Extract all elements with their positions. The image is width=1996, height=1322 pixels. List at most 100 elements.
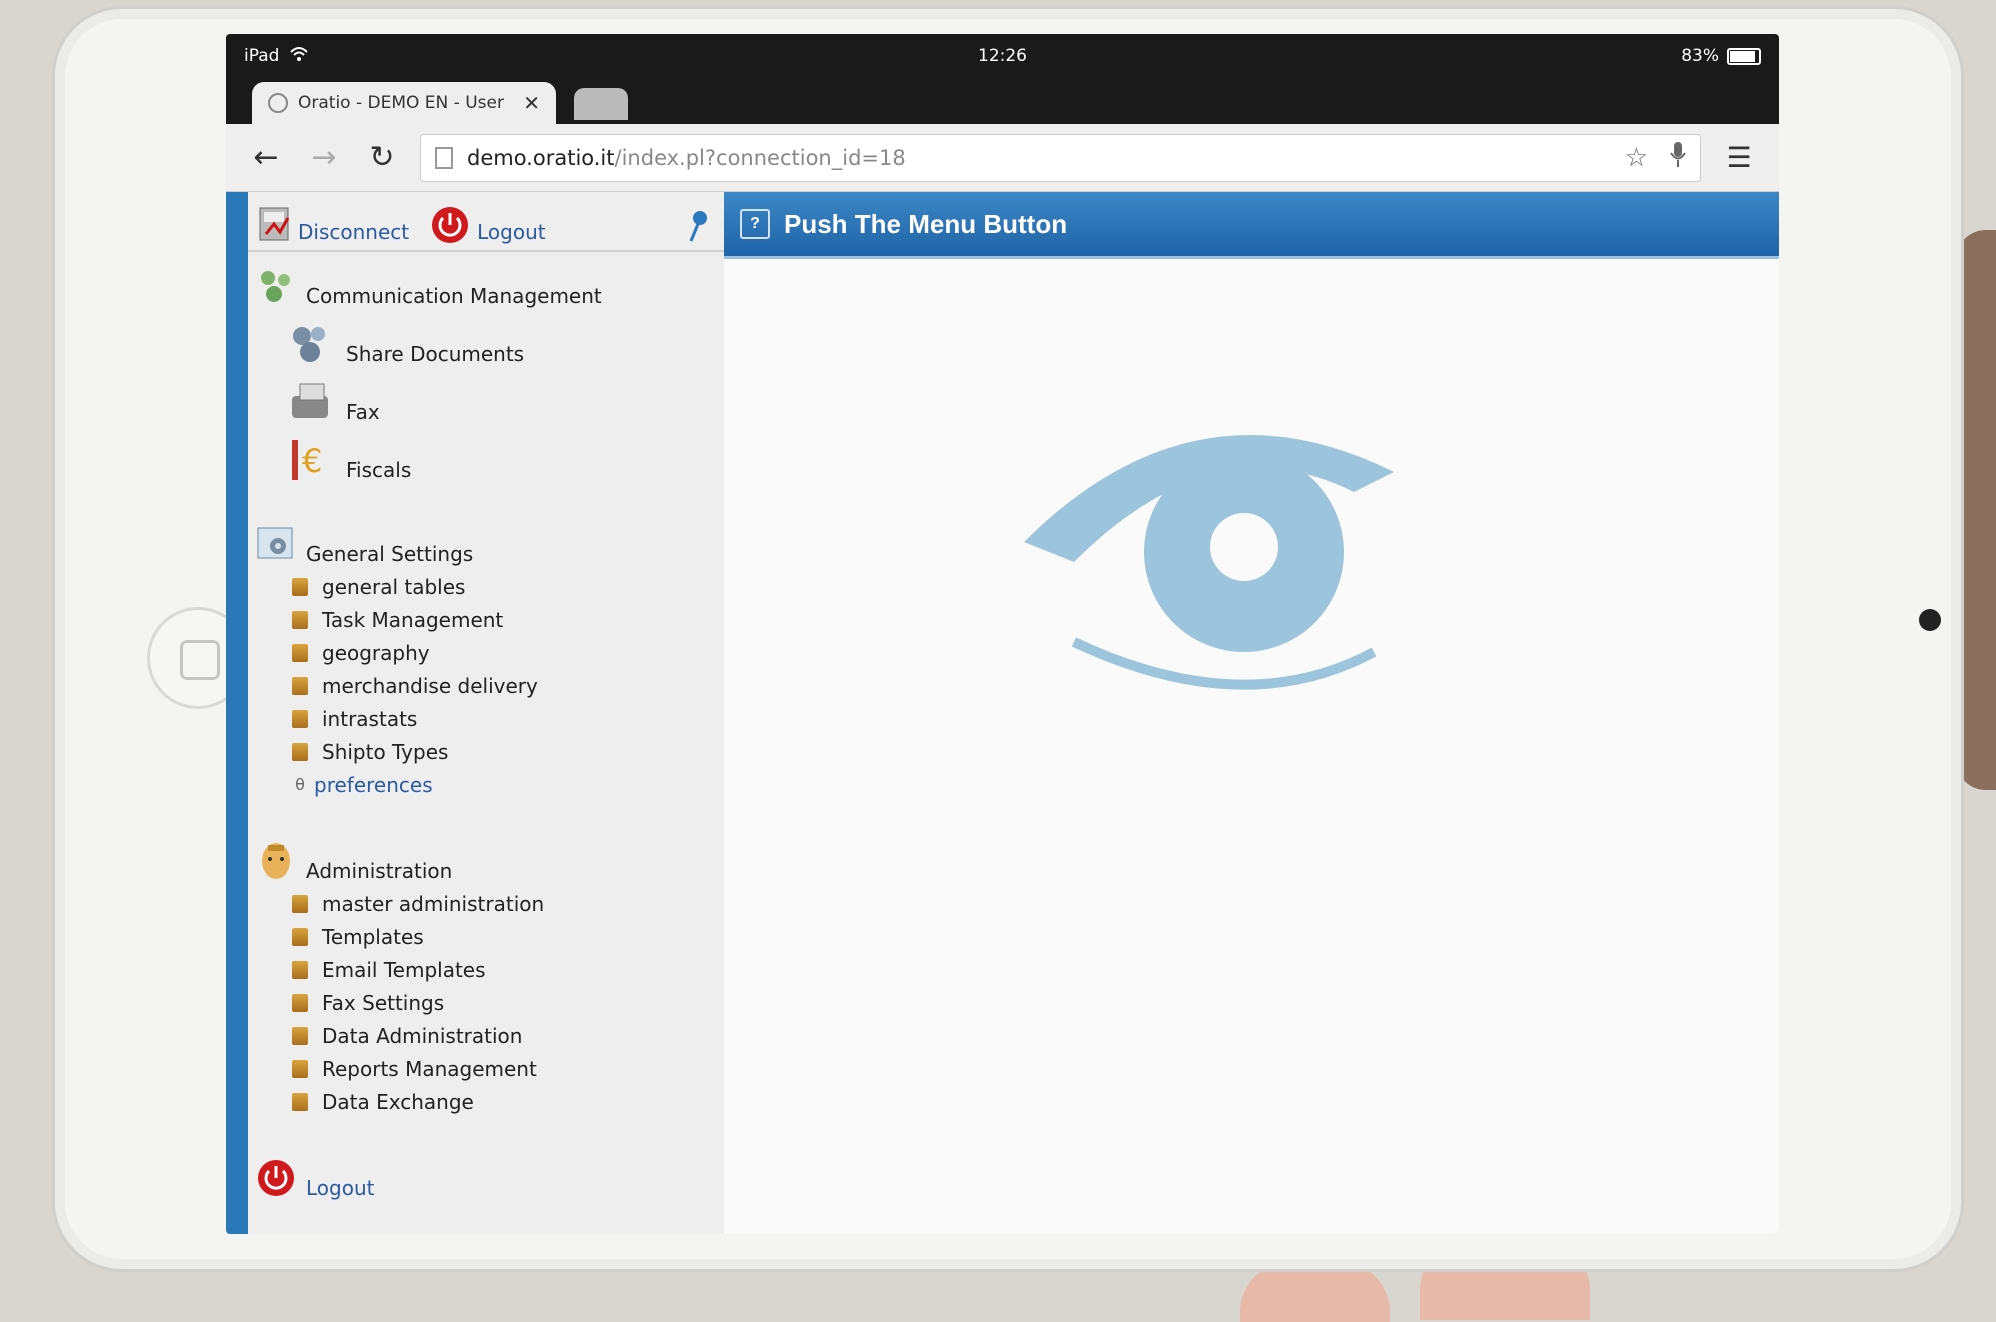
page-icon [435,146,453,169]
logout-label: Logout [477,220,546,244]
camera [1919,609,1941,631]
tab-title: Oratio - DEMO EN - User [298,93,504,113]
main-header: ? Push The Menu Button [724,192,1779,259]
address-bar[interactable]: demo.oratio.it /index.pl?connection_id=1… [420,133,1701,182]
general-settings-header[interactable]: General Settings [256,524,724,566]
communication-header[interactable]: Communication Management [256,266,724,308]
sidebar-item-label: Task Management [322,607,504,632]
section-general-settings: General Settings general tables Task Mana… [248,524,724,801]
folder-icon [292,709,308,728]
status-bar: iPad 12:26 83% [226,34,1779,78]
help-icon[interactable]: ? [740,209,770,239]
folder-icon [292,960,308,979]
sidebar-item-share-documents[interactable]: Share Documents [288,322,724,366]
sidebar-item-shipto-types[interactable]: Shipto Types [292,735,724,768]
fiscals-label: Fiscals [346,458,412,482]
sidebar-item-label: master administration [322,891,545,916]
globe-icon [268,93,288,113]
close-tab-icon[interactable]: ✕ [523,91,540,115]
url-path: /index.pl?connection_id=18 [614,145,906,170]
folder-icon [292,577,308,596]
sidebar-item-fax[interactable]: Fax [288,380,724,424]
administration-title: Administration [306,859,453,883]
sidebar-item-merchandise-delivery[interactable]: merchandise delivery [292,669,724,702]
sidebar-item-intrastats[interactable]: intrastats [292,702,724,735]
hamburger-menu-icon[interactable]: ☰ [1719,141,1759,174]
section-bottom-logout: Logout [248,1158,724,1200]
sidebar-item-label: Shipto Types [322,739,449,764]
sidebar-item-label: Templates [322,924,424,949]
administration-header[interactable]: Administration [256,841,724,883]
back-arrow-icon[interactable]: ← [246,138,286,178]
sidebar-item-task-management[interactable]: Task Management [292,603,724,636]
section-administration: Administration master administration Temp… [248,841,724,1118]
fax-label: Fax [346,400,380,424]
sidebar-item-label: intrastats [322,706,418,731]
svg-text:€: € [302,442,322,480]
sidebar-item-general-tables[interactable]: general tables [292,570,724,603]
power-icon [258,1160,294,1196]
battery-percent: 83% [1681,46,1719,66]
wifi-icon [289,46,309,67]
general-settings-title: General Settings [306,542,474,566]
microphone-icon[interactable] [1670,141,1686,174]
tab-bar: Oratio - DEMO EN - User ✕ [226,78,1779,124]
folder-icon [292,676,308,695]
sidebar-item-reports-management[interactable]: Reports Management [292,1052,724,1085]
administrator-icon [262,843,290,879]
communication-icon [261,271,290,302]
folder-icon [292,927,308,946]
bullet-icon: θ [295,775,305,794]
sidebar-item-fax-settings[interactable]: Fax Settings [292,986,724,1019]
sidebar-item-master-administration[interactable]: master administration [292,887,724,920]
folder-icon [292,1026,308,1045]
logout-button[interactable]: Logout [431,206,546,244]
communication-title: Communication Management [306,284,602,308]
disconnect-button[interactable]: Disconnect [258,204,409,244]
sidebar-item-label: Fax Settings [322,990,445,1015]
sidebar-item-label: Data Administration [322,1023,523,1048]
new-tab-button[interactable] [574,88,628,120]
folder-icon [292,894,308,913]
bottom-logout-label: Logout [306,1176,375,1200]
sidebar-item-email-templates[interactable]: Email Templates [292,953,724,986]
sidebar-item-data-administration[interactable]: Data Administration [292,1019,724,1052]
main-panel: ? Push The Menu Button [724,192,1779,1234]
sidebar-item-label: merchandise delivery [322,673,538,698]
forward-arrow-icon[interactable]: → [304,138,344,178]
sidebar-item-templates[interactable]: Templates [292,920,724,953]
pin-icon[interactable] [688,210,710,242]
folder-icon [292,1059,308,1078]
section-communication: Communication Management Share Documents… [248,266,724,482]
device-name: iPad [244,46,280,66]
sidebar-menu: Disconnect Logout Communication Manageme… [248,192,726,1234]
page-content: Disconnect Logout Communication Manageme… [226,192,1779,1234]
sidebar-item-label: general tables [322,574,466,599]
bottom-logout-button[interactable]: Logout [256,1158,724,1200]
screen: iPad 12:26 83% Oratio - DEMO EN - User ✕… [226,34,1779,1234]
sidebar-item-label: Data Exchange [322,1089,474,1114]
bookmark-star-icon[interactable]: ☆ [1625,143,1648,173]
left-blue-strip [226,192,248,1234]
folder-icon [292,742,308,761]
settings-icon [257,527,293,559]
sidebar-topbar: Disconnect Logout [248,192,724,252]
sidebar-item-label: Email Templates [322,957,486,982]
page-title: Push The Menu Button [784,208,1068,239]
browser-tab[interactable]: Oratio - DEMO EN - User ✕ [252,82,556,124]
sidebar-item-data-exchange[interactable]: Data Exchange [292,1085,724,1118]
disconnect-label: Disconnect [298,220,410,244]
clock: 12:26 [978,46,1027,66]
fax-icon [292,383,328,418]
sidebar-item-geography[interactable]: geography [292,636,724,669]
sidebar-item-fiscals[interactable]: € Fiscals [288,438,724,482]
sidebar-item-label: geography [322,640,430,665]
battery-icon [1727,47,1761,65]
folder-icon [292,610,308,629]
reload-icon[interactable]: ↻ [362,138,402,178]
sidebar-item-preferences[interactable]: θ preferences [292,768,724,801]
browser-toolbar: ← → ↻ demo.oratio.it /index.pl?connectio… [226,124,1779,192]
preferences-label: preferences [314,772,433,797]
folder-icon [292,1092,308,1111]
url-host: demo.oratio.it [467,145,615,170]
